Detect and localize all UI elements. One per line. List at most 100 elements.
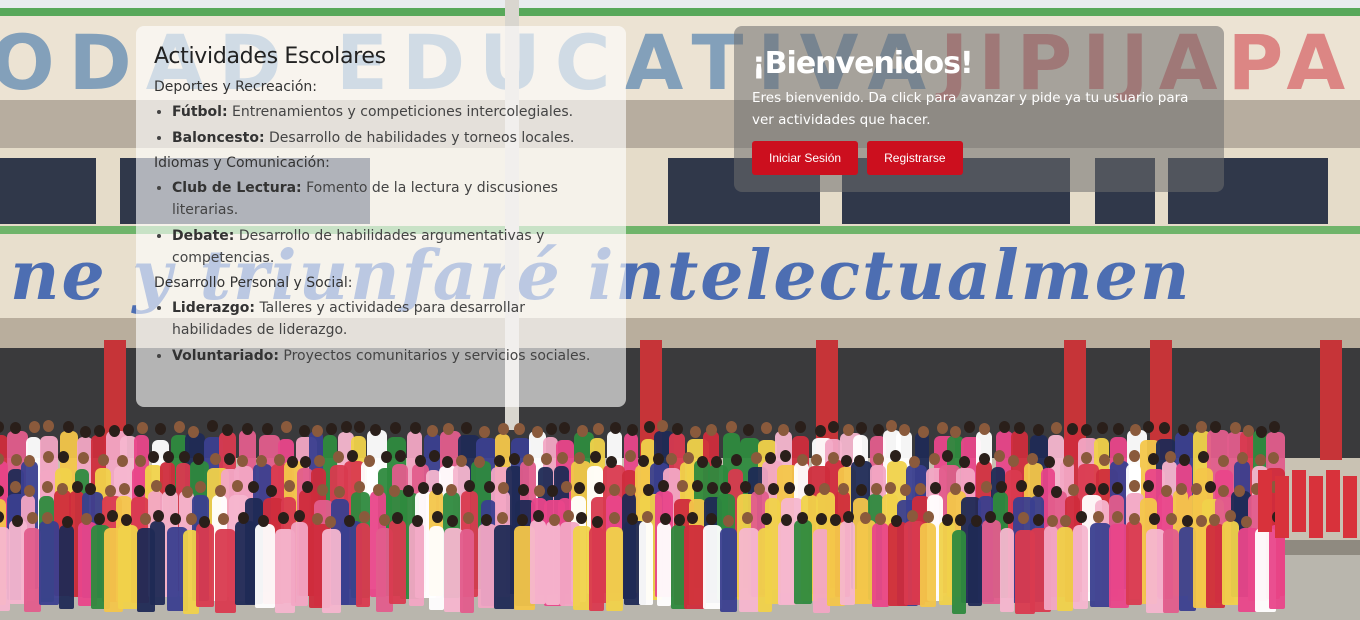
crowd-head bbox=[638, 454, 649, 467]
crowd-person bbox=[322, 529, 342, 614]
activity-item: Debate: Desarrollo de habilidades argume… bbox=[172, 225, 608, 269]
crowd-person bbox=[920, 522, 937, 607]
activity-name: Fútbol: bbox=[172, 104, 228, 120]
crowd-head bbox=[886, 420, 897, 433]
crowd-head bbox=[1033, 424, 1044, 437]
crowd-head bbox=[765, 452, 776, 465]
crowd-head bbox=[188, 425, 199, 438]
crowd-person bbox=[589, 526, 604, 611]
crowd-person bbox=[389, 520, 406, 604]
crowd-person bbox=[215, 528, 237, 613]
crowd-head bbox=[1237, 451, 1248, 464]
window bbox=[0, 158, 96, 224]
crowd-head bbox=[1067, 422, 1078, 435]
login-button[interactable]: Iniciar Sesión bbox=[752, 141, 859, 175]
crowd-person bbox=[1073, 525, 1089, 610]
crowd-head bbox=[1003, 511, 1014, 524]
crowd-person bbox=[409, 521, 424, 606]
crowd-head bbox=[590, 451, 601, 464]
crowd-head bbox=[148, 450, 159, 463]
crowd-head bbox=[186, 512, 197, 525]
crowd-head bbox=[610, 421, 621, 434]
crowd-head bbox=[546, 423, 557, 436]
register-button[interactable]: Registrarse bbox=[867, 141, 963, 175]
crowd-head bbox=[1129, 450, 1140, 463]
chair bbox=[1326, 470, 1340, 532]
crowd-person bbox=[758, 527, 773, 612]
crowd-head bbox=[816, 512, 827, 525]
crowd-head bbox=[432, 511, 443, 524]
crowd-person bbox=[606, 527, 624, 612]
crowd-person bbox=[1126, 521, 1143, 606]
crowd-person bbox=[1163, 529, 1179, 614]
crowd-head bbox=[534, 484, 545, 497]
crowd-person bbox=[1090, 522, 1111, 607]
crowd-head bbox=[312, 424, 323, 437]
crowd-head bbox=[547, 485, 558, 497]
crowd-head bbox=[811, 453, 822, 466]
crowd-head bbox=[224, 452, 235, 465]
crowd-person bbox=[118, 524, 139, 609]
crowd-head bbox=[1176, 482, 1187, 495]
crowd-head bbox=[959, 455, 970, 468]
crowd-head bbox=[1085, 482, 1096, 495]
crowd-head bbox=[843, 510, 854, 523]
activity-list: Liderazgo: Talleres y actividades para d… bbox=[154, 297, 608, 367]
crowd-head bbox=[1129, 480, 1140, 493]
crowd-head bbox=[804, 483, 815, 496]
crowd-head bbox=[474, 455, 485, 468]
crowd-head bbox=[609, 484, 620, 496]
crowd-head bbox=[278, 511, 289, 524]
activity-item: Fútbol: Entrenamientos y competiciones i… bbox=[172, 101, 608, 123]
crowd-person bbox=[1000, 528, 1015, 613]
crowd-head bbox=[442, 455, 453, 468]
activity-name: Liderazgo: bbox=[172, 300, 255, 316]
crowd-head bbox=[1060, 514, 1071, 527]
crowd-head bbox=[1196, 420, 1207, 433]
crowd-head bbox=[193, 453, 204, 466]
activity-desc: Proyectos comunitarios y servicios socia… bbox=[283, 348, 591, 364]
crowd-head bbox=[174, 421, 185, 434]
crowd-head bbox=[683, 451, 694, 464]
crowd-head bbox=[690, 425, 701, 438]
crowd-person bbox=[1057, 527, 1074, 612]
crowd-head bbox=[642, 511, 653, 524]
crowd-head bbox=[325, 515, 336, 528]
crowd-head bbox=[950, 425, 961, 438]
activity-name: Club de Lectura: bbox=[172, 180, 302, 196]
activity-name: Baloncesto: bbox=[172, 130, 265, 146]
crowd-head bbox=[660, 512, 671, 525]
crowd-head bbox=[443, 422, 454, 435]
crowd-head bbox=[389, 484, 400, 497]
crowd-head bbox=[494, 454, 505, 467]
crowd-head bbox=[165, 483, 176, 496]
crowd-head bbox=[606, 455, 617, 468]
crowd-head bbox=[697, 455, 708, 468]
crowd-head bbox=[1063, 454, 1074, 467]
crowd-head bbox=[720, 481, 731, 494]
crowd-head bbox=[199, 515, 210, 528]
crowd-head bbox=[1178, 423, 1189, 436]
crowd-head bbox=[1047, 514, 1058, 527]
activity-name: Debate: bbox=[172, 228, 235, 244]
crowd-head bbox=[43, 451, 54, 464]
crowd-head bbox=[498, 423, 509, 436]
activity-item: Liderazgo: Talleres y actividades para d… bbox=[172, 297, 608, 341]
crowd-head bbox=[707, 481, 718, 494]
crowd-head bbox=[314, 455, 325, 468]
crowd-head bbox=[182, 485, 193, 498]
activity-list: Club de Lectura: Fomento de la lectura y… bbox=[154, 177, 608, 269]
crowd-head bbox=[687, 511, 698, 524]
crowd-head bbox=[432, 483, 443, 496]
crowd-head bbox=[1191, 483, 1202, 496]
activity-desc: Desarrollo de habilidades y torneos loca… bbox=[269, 130, 575, 146]
crowd-head bbox=[950, 482, 961, 495]
chair bbox=[1258, 470, 1272, 532]
crowd-head bbox=[42, 481, 53, 494]
crowd-person bbox=[739, 527, 760, 612]
crowd-head bbox=[1269, 420, 1280, 433]
crowd-person bbox=[1222, 521, 1239, 606]
crowd-head bbox=[137, 422, 148, 435]
crowd-head bbox=[410, 421, 421, 434]
crowd-head bbox=[532, 425, 543, 438]
